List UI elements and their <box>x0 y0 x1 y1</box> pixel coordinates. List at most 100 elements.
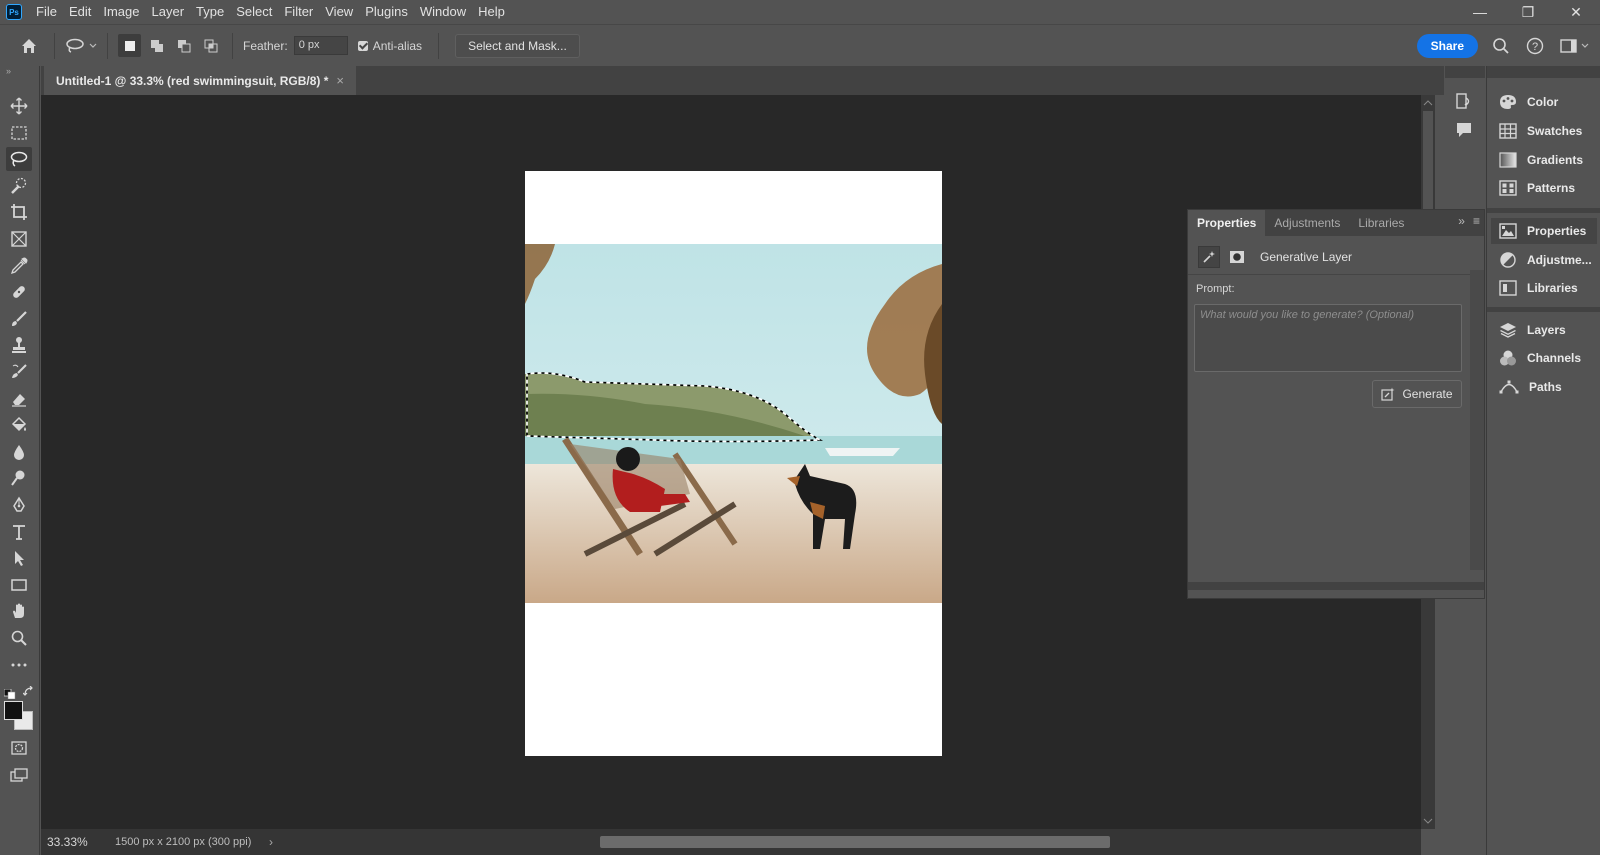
hand-tool[interactable] <box>6 599 32 623</box>
select-and-mask-button[interactable]: Select and Mask... <box>455 33 580 58</box>
document-tab[interactable]: Untitled-1 @ 33.3% (red swimmingsuit, RG… <box>44 66 357 95</box>
rectangle-tool[interactable] <box>6 573 32 597</box>
panel-header-controls: » ≡ <box>1458 214 1480 228</box>
comments-panel-button[interactable] <box>1453 119 1475 141</box>
libraries-panel-label: Libraries <box>1527 281 1578 295</box>
pen-icon <box>13 496 25 512</box>
layers-panel-button[interactable]: Layers <box>1491 317 1597 343</box>
paths-panel-label: Paths <box>1529 380 1562 394</box>
panel-menu-icon[interactable]: ≡ <box>1473 214 1480 228</box>
restore-button[interactable]: ❐ <box>1504 0 1552 24</box>
menu-plugins[interactable]: Plugins <box>359 0 414 24</box>
intersect-selection-button[interactable] <box>199 34 222 57</box>
generative-fill-button[interactable] <box>1198 246 1220 268</box>
generative-layer-label: Generative Layer <box>1260 250 1353 264</box>
menu-window[interactable]: Window <box>414 0 472 24</box>
libraries-panel-button[interactable]: Libraries <box>1491 275 1597 301</box>
quick-selection-tool[interactable] <box>6 174 32 198</box>
brush-tool[interactable] <box>6 307 32 331</box>
workspace-button[interactable] <box>1558 35 1592 57</box>
antialias-checkbox[interactable] <box>357 40 368 51</box>
dock-collapse-bar[interactable] <box>1445 66 1485 78</box>
menu-file[interactable]: File <box>30 0 63 24</box>
dodge-tool[interactable] <box>6 466 32 490</box>
minimize-button[interactable]: — <box>1456 0 1504 24</box>
prompt-input[interactable]: What would you like to generate? (Option… <box>1194 304 1462 372</box>
bandage-icon <box>13 286 25 298</box>
properties-panel-button[interactable]: Properties <box>1491 218 1597 244</box>
close-tab-icon[interactable]: × <box>336 73 344 88</box>
eyedropper-tool[interactable] <box>6 254 32 278</box>
horizontal-scroll-thumb[interactable] <box>600 836 1110 848</box>
history-brush-tool[interactable] <box>6 360 32 384</box>
paths-panel-button[interactable]: Paths <box>1491 374 1597 400</box>
generate-button[interactable]: Generate <box>1372 380 1462 408</box>
blur-tool[interactable] <box>6 440 32 464</box>
tab-properties[interactable]: Properties <box>1188 210 1266 236</box>
subtract-from-selection-button[interactable] <box>172 34 195 57</box>
status-menu-arrow[interactable]: › <box>269 835 273 849</box>
lasso-tool[interactable] <box>6 147 32 171</box>
antialias-option[interactable]: Anti-alias <box>357 39 422 53</box>
marquee-tool[interactable] <box>6 121 32 145</box>
menu-layer[interactable]: Layer <box>146 0 191 24</box>
crop-tool[interactable] <box>6 200 32 224</box>
tool-preset-picker[interactable] <box>65 38 97 54</box>
home-icon <box>22 38 36 53</box>
swatches-panel-button[interactable]: Swatches <box>1491 118 1597 144</box>
panel-resize-handle[interactable] <box>1188 582 1484 590</box>
menu-type[interactable]: Type <box>190 0 230 24</box>
photoshop-logo-icon: Ps <box>6 4 22 20</box>
menu-filter[interactable]: Filter <box>278 0 319 24</box>
help-button[interactable]: ? <box>1524 35 1546 57</box>
document-info[interactable]: 1500 px x 2100 px (300 ppi) <box>115 836 265 848</box>
menu-image[interactable]: Image <box>97 0 145 24</box>
menu-edit[interactable]: Edit <box>63 0 97 24</box>
workspace-icon <box>1560 39 1589 53</box>
panel-column-header[interactable] <box>1487 66 1600 78</box>
color-panel-button[interactable]: Color <box>1491 89 1597 115</box>
adjustments-panel-button[interactable]: Adjustme... <box>1491 247 1597 273</box>
add-to-selection-button[interactable] <box>145 34 168 57</box>
menu-select[interactable]: Select <box>230 0 278 24</box>
more-tools-button[interactable] <box>6 653 32 677</box>
collapse-panel-icon[interactable]: » <box>1458 214 1465 228</box>
menu-help[interactable]: Help <box>472 0 511 24</box>
rectangle-icon <box>11 579 27 591</box>
properties-scrollbar[interactable] <box>1470 270 1484 570</box>
pen-tool[interactable] <box>6 493 32 517</box>
home-button[interactable] <box>14 31 44 61</box>
spot-healing-tool[interactable] <box>6 280 32 304</box>
tab-libraries[interactable]: Libraries <box>1349 210 1413 236</box>
quick-mask-button[interactable] <box>6 736 32 760</box>
screen-mode-button[interactable] <box>6 763 32 787</box>
default-colors-button[interactable] <box>3 688 16 700</box>
foreground-color-swatch[interactable] <box>4 701 23 720</box>
type-tool[interactable] <box>6 520 32 544</box>
feather-input[interactable]: 0 px <box>293 36 348 55</box>
history-panel-button[interactable] <box>1453 90 1475 112</box>
share-button[interactable]: Share <box>1416 34 1478 58</box>
frame-tool[interactable] <box>6 227 32 251</box>
document-canvas[interactable] <box>525 171 942 756</box>
clone-stamp-tool[interactable] <box>6 333 32 357</box>
menu-view[interactable]: View <box>319 0 359 24</box>
search-button[interactable] <box>1490 35 1512 57</box>
close-window-button[interactable]: ✕ <box>1552 0 1600 24</box>
patterns-panel-button[interactable]: Patterns <box>1491 175 1597 201</box>
gradients-panel-button[interactable]: Gradients <box>1491 147 1597 173</box>
zoom-tool[interactable] <box>6 626 32 650</box>
divider <box>438 32 440 59</box>
move-tool[interactable] <box>6 94 32 118</box>
layer-mask-button[interactable] <box>1226 246 1248 268</box>
collapse-toolbar-icon[interactable]: » <box>6 66 11 76</box>
new-selection-button[interactable] <box>118 34 141 57</box>
brush-icon <box>12 311 27 326</box>
swap-colors-button[interactable] <box>22 685 35 698</box>
channels-panel-button[interactable]: Channels <box>1491 345 1597 371</box>
tab-adjustments[interactable]: Adjustments <box>1265 210 1349 236</box>
zoom-level[interactable]: 33.33% <box>41 835 115 849</box>
eraser-tool[interactable] <box>6 387 32 411</box>
path-selection-tool[interactable] <box>6 546 32 570</box>
paint-bucket-tool[interactable] <box>6 413 32 437</box>
